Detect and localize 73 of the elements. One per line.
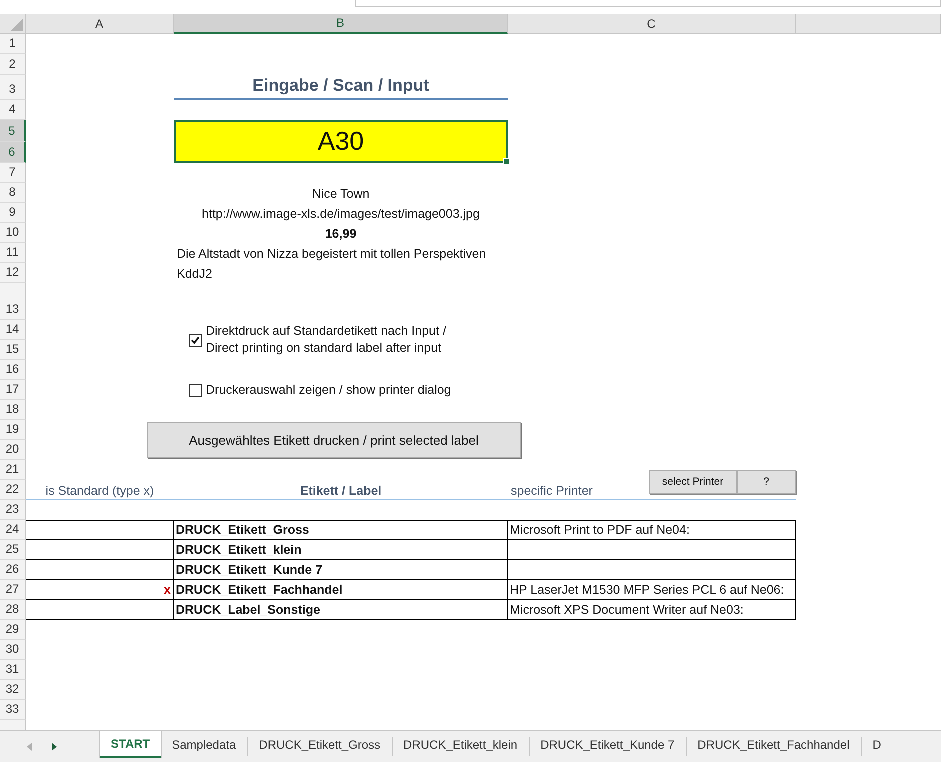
table-cell: DRUCK_Label_Sonstige xyxy=(174,600,508,620)
row-header[interactable]: 21 xyxy=(0,460,26,480)
row-header[interactable]: 29 xyxy=(0,620,26,640)
sheet-tab[interactable]: DRUCK_Etikett_Gross xyxy=(248,731,392,758)
row-header[interactable]: 19 xyxy=(0,420,26,440)
row-header[interactable]: 33 xyxy=(0,700,26,720)
row-header[interactable]: 3 xyxy=(0,75,26,100)
row-header[interactable]: 13 xyxy=(0,283,26,320)
column-header[interactable]: A xyxy=(26,14,174,34)
column-header[interactable]: B xyxy=(174,14,508,34)
select-all-corner[interactable] xyxy=(0,14,26,34)
checkbox[interactable] xyxy=(189,384,202,396)
row-header[interactable]: 26 xyxy=(0,560,26,580)
table-cell: Microsoft XPS Document Writer auf Ne03: xyxy=(508,600,796,620)
row-header[interactable]: 2 xyxy=(0,54,26,75)
sheet-tab[interactable]: D xyxy=(862,731,892,758)
section-heading: Eingabe / Scan / Input xyxy=(174,75,508,100)
table-column-header: Etikett / Label xyxy=(174,480,508,500)
row-header[interactable]: 17 xyxy=(0,380,26,400)
column-header[interactable] xyxy=(796,14,941,34)
row-header[interactable]: 18 xyxy=(0,400,26,420)
select-printer-button[interactable]: select Printer xyxy=(649,470,737,494)
row-header[interactable]: 32 xyxy=(0,680,26,700)
table-cell: x xyxy=(26,580,174,600)
checkbox[interactable] xyxy=(189,334,202,346)
image-url: http://www.image-xls.de/images/test/image003.jpg xyxy=(201,206,481,223)
row-header[interactable]: 7 xyxy=(0,163,26,183)
row-header[interactable]: 23 xyxy=(0,500,26,520)
row-header[interactable]: 28 xyxy=(0,600,26,620)
corner-triangle-icon xyxy=(11,19,23,31)
row-header[interactable]: 27 xyxy=(0,580,26,600)
sheet-tab[interactable]: DRUCK_Etikett_klein xyxy=(392,731,529,758)
row-header[interactable]: 6 xyxy=(0,142,26,163)
help-button[interactable]: ? xyxy=(737,470,796,494)
row-header[interactable]: 30 xyxy=(0,640,26,660)
table-cell: DRUCK_Etikett_Fachhandel xyxy=(174,580,508,600)
table-cell: DRUCK_Etikett_klein xyxy=(174,540,508,560)
table-cell: DRUCK_Etikett_Kunde 7 xyxy=(174,560,508,580)
item-price: 16,99 xyxy=(324,226,358,243)
sheet-tab[interactable]: DRUCK_Etikett_Fachhandel xyxy=(686,731,861,758)
row-header[interactable]: 12 xyxy=(0,263,26,283)
input-cell[interactable]: A30 xyxy=(174,120,508,163)
checkbox-label: Direktdruck auf Standardetikett nach Input / Direct printing on standard label after input xyxy=(206,323,446,357)
row-header[interactable]: 20 xyxy=(0,440,26,460)
sheet-tab[interactable]: DRUCK_Etikett_Kunde 7 xyxy=(530,731,686,758)
column-header[interactable]: C xyxy=(508,14,796,34)
scroll-right-icon[interactable] xyxy=(52,742,57,750)
row-header[interactable]: 5 xyxy=(0,120,26,142)
print-label-button[interactable]: Ausgewähltes Etikett drucken / print selected label xyxy=(147,422,521,458)
row-header[interactable]: 11 xyxy=(0,243,26,263)
item-description: Die Altstadt von Nizza begeistert mit tollen Perspektiven xyxy=(176,246,488,263)
sheet-tab[interactable]: START xyxy=(100,731,162,758)
table-cell: Microsoft Print to PDF auf Ne04: xyxy=(508,520,796,540)
sheet-tab[interactable]: Sampledata xyxy=(161,731,248,758)
row-header[interactable]: 8 xyxy=(0,183,26,203)
row-header[interactable]: 9 xyxy=(0,203,26,223)
row-header[interactable]: 24 xyxy=(0,520,26,540)
row-header[interactable]: 14 xyxy=(0,320,26,340)
item-code: KddJ2 xyxy=(176,266,214,283)
row-header[interactable]: 1 xyxy=(0,34,26,54)
row-header[interactable]: 4 xyxy=(0,100,26,120)
table-cell: HP LaserJet M1530 MFP Series PCL 6 auf Ne06: xyxy=(508,580,796,600)
row-header[interactable]: 16 xyxy=(0,360,26,380)
table-column-header: is Standard (type x) xyxy=(26,480,174,500)
item-title: Nice Town xyxy=(311,186,371,203)
row-header[interactable]: 22 xyxy=(0,480,26,500)
scroll-left-icon[interactable] xyxy=(27,742,32,750)
checkbox-label: Druckerauswahl zeigen / show printer dialog xyxy=(206,382,452,398)
row-header[interactable]: 31 xyxy=(0,660,26,680)
table-cell: DRUCK_Etikett_Gross xyxy=(174,520,508,540)
row-header[interactable]: 25 xyxy=(0,540,26,560)
row-header[interactable]: 10 xyxy=(0,223,26,243)
row-header[interactable]: 15 xyxy=(0,340,26,360)
